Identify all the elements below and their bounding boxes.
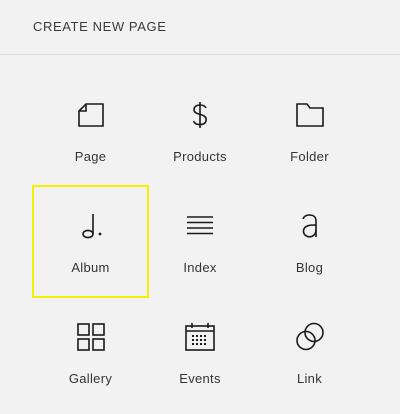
page-type-events[interactable]: Events [148, 297, 252, 408]
page-type-link[interactable]: Link [252, 297, 367, 408]
page-type-label: Link [296, 371, 323, 386]
page-type-label: Album [71, 260, 110, 275]
panel-header: CREATE NEW PAGE [0, 0, 400, 55]
folder-icon [295, 100, 325, 130]
page-type-label: Gallery [68, 371, 113, 386]
link-circles-icon [295, 322, 325, 352]
letter-a-icon [295, 211, 325, 241]
page-type-products[interactable]: Products [148, 75, 252, 186]
calendar-icon [185, 322, 215, 352]
dollar-icon [185, 100, 215, 130]
page-type-blog[interactable]: Blog [252, 186, 367, 297]
page-type-label: Index [183, 260, 217, 275]
page-type-label: Events [179, 371, 221, 386]
page-type-label: Folder [290, 149, 329, 164]
page-type-label: Products [173, 149, 227, 164]
page-type-album[interactable]: Album [32, 185, 149, 298]
page-type-gallery[interactable]: Gallery [33, 297, 148, 408]
page-type-label: Blog [295, 260, 324, 275]
grid-icon [76, 322, 106, 352]
page-type-grid: Page Products Folder Album Index Blog Ga… [32, 75, 367, 408]
index-lines-icon [185, 211, 215, 241]
page-type-index[interactable]: Index [148, 186, 252, 297]
music-note-icon [76, 211, 106, 241]
page-type-folder[interactable]: Folder [252, 75, 367, 186]
page-icon [76, 100, 106, 130]
page-type-page[interactable]: Page [33, 75, 148, 186]
page-type-label: Page [74, 149, 107, 164]
panel-title: CREATE NEW PAGE [33, 19, 167, 34]
create-new-page-panel: CREATE NEW PAGE Page Products Folder Alb… [0, 0, 400, 414]
